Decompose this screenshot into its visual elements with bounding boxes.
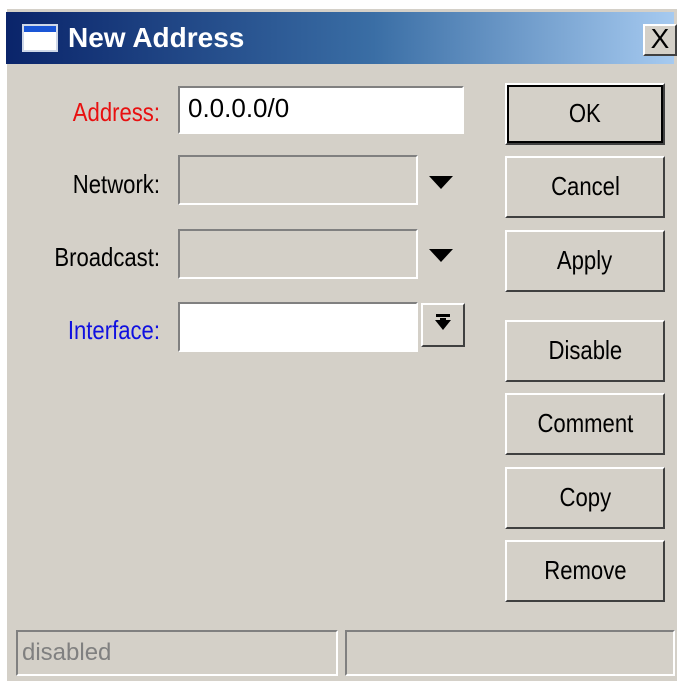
interface-dropdown-button[interactable] bbox=[421, 303, 465, 347]
ok-button[interactable]: OK bbox=[505, 83, 665, 145]
status-bar-right bbox=[345, 630, 675, 676]
window-title: New Address bbox=[68, 22, 245, 53]
triangle-down-icon[interactable] bbox=[429, 249, 453, 262]
network-label: Network: bbox=[72, 169, 160, 199]
interface-input[interactable] bbox=[178, 302, 418, 352]
triangle-down-icon[interactable] bbox=[429, 176, 453, 189]
interface-label: Interface: bbox=[67, 315, 160, 345]
apply-button[interactable]: Apply bbox=[505, 230, 665, 292]
remove-button[interactable]: Remove bbox=[505, 540, 665, 602]
status-bar-left: disabled bbox=[16, 630, 338, 676]
comment-button[interactable]: Comment bbox=[505, 393, 665, 455]
close-button[interactable]: X bbox=[643, 24, 677, 56]
title-bar: New Address X bbox=[6, 12, 677, 64]
disable-button[interactable]: Disable bbox=[505, 320, 665, 382]
copy-button[interactable]: Copy bbox=[505, 467, 665, 529]
address-label: Address: bbox=[72, 97, 160, 127]
broadcast-label: Broadcast: bbox=[54, 242, 160, 272]
down-arrow-bar-icon bbox=[435, 314, 451, 330]
broadcast-input[interactable] bbox=[178, 229, 418, 279]
network-input[interactable] bbox=[178, 155, 418, 205]
address-input[interactable]: 0.0.0.0/0 bbox=[178, 86, 464, 134]
cancel-button[interactable]: Cancel bbox=[505, 156, 665, 218]
window-icon bbox=[22, 24, 58, 52]
